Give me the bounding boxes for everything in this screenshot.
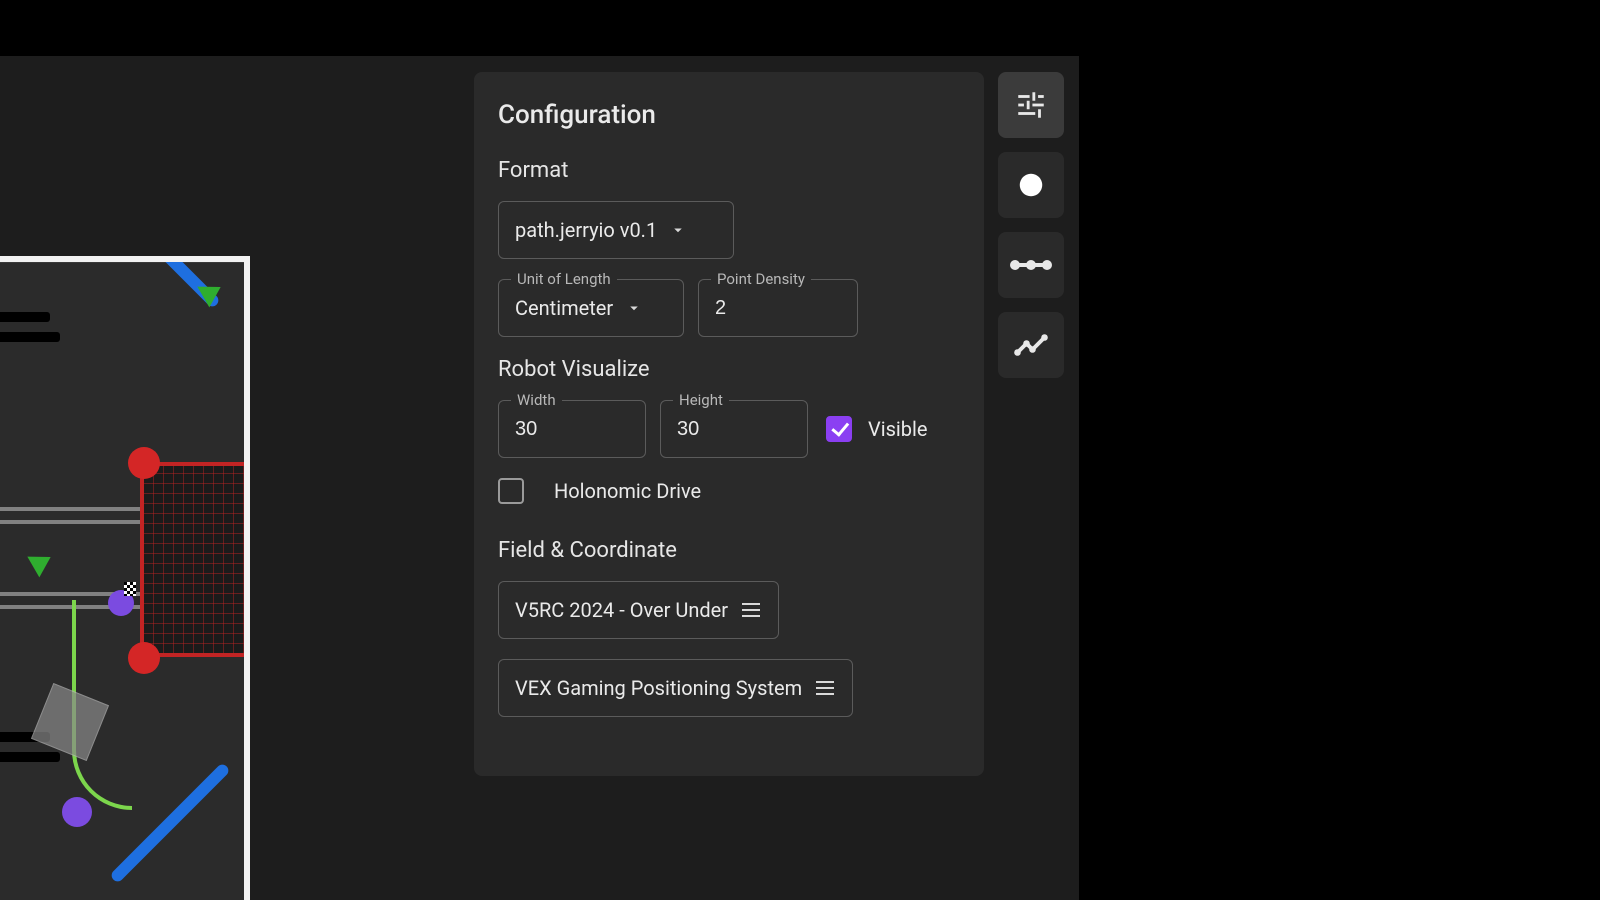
field-preset-value: V5RC 2024 - Over Under <box>515 598 728 622</box>
field-canvas[interactable] <box>0 256 250 900</box>
field-barrier <box>0 332 60 342</box>
chevron-down-icon <box>625 299 643 317</box>
field-section-label: Field & Coordinate <box>498 538 960 563</box>
visible-checkbox-label: Visible <box>868 417 927 441</box>
field-preset-dropdown[interactable]: V5RC 2024 - Over Under <box>498 581 779 639</box>
visible-checkbox[interactable] <box>826 416 852 442</box>
checkered-flag-icon <box>124 582 136 596</box>
holonomic-checkbox-label: Holonomic Drive <box>554 479 701 503</box>
goal-post-icon <box>128 447 160 479</box>
titlebar-strip <box>0 0 1079 56</box>
point-density-field[interactable]: Point Density <box>698 279 858 337</box>
field-barrier <box>0 312 50 322</box>
robot-width-input[interactable] <box>515 418 629 441</box>
coordinate-system-dropdown[interactable]: VEX Gaming Positioning System <box>498 659 853 717</box>
trend-button[interactable] <box>998 312 1064 378</box>
format-dropdown-value: path.jerryio v0.1 <box>515 218 657 242</box>
robot-width-field[interactable]: Width <box>498 400 646 458</box>
right-toolbar <box>998 72 1064 378</box>
circle-button[interactable] <box>998 152 1064 218</box>
chevron-down-icon <box>669 221 687 239</box>
format-dropdown[interactable]: path.jerryio v0.1 <box>498 201 734 259</box>
point-density-input[interactable] <box>715 297 841 320</box>
red-goal <box>140 462 250 657</box>
app-root: Configuration Format path.jerryio v0.1 U… <box>0 0 1079 900</box>
configuration-panel: Configuration Format path.jerryio v0.1 U… <box>474 72 984 776</box>
field-barrier <box>0 752 60 762</box>
waypoint-icon[interactable] <box>62 797 92 827</box>
unit-of-length-value: Centimeter <box>515 296 613 320</box>
trend-icon <box>1013 327 1049 363</box>
segment-icon <box>1009 255 1053 275</box>
robot-width-label: Width <box>511 391 562 409</box>
tune-icon <box>1014 88 1048 122</box>
holonomic-checkbox[interactable] <box>498 478 524 504</box>
unit-of-length-dropdown[interactable]: Unit of Length Centimeter <box>498 279 684 337</box>
robot-height-input[interactable] <box>677 418 791 441</box>
tune-button[interactable] <box>998 72 1064 138</box>
robot-height-field[interactable]: Height <box>660 400 808 458</box>
point-density-label: Point Density <box>711 270 811 288</box>
goal-post-icon <box>128 642 160 674</box>
unit-of-length-label: Unit of Length <box>511 270 617 288</box>
robot-section-label: Robot Visualize <box>498 357 960 382</box>
coordinate-system-value: VEX Gaming Positioning System <box>515 676 802 700</box>
robot-height-label: Height <box>673 391 729 409</box>
menu-icon <box>816 681 834 695</box>
triball-icon <box>27 547 56 578</box>
circle-icon <box>1016 170 1046 200</box>
menu-icon <box>742 603 760 617</box>
panel-title: Configuration <box>498 100 960 130</box>
segment-button[interactable] <box>998 232 1064 298</box>
field-canvas-inner <box>0 262 244 900</box>
format-section-label: Format <box>498 158 960 183</box>
